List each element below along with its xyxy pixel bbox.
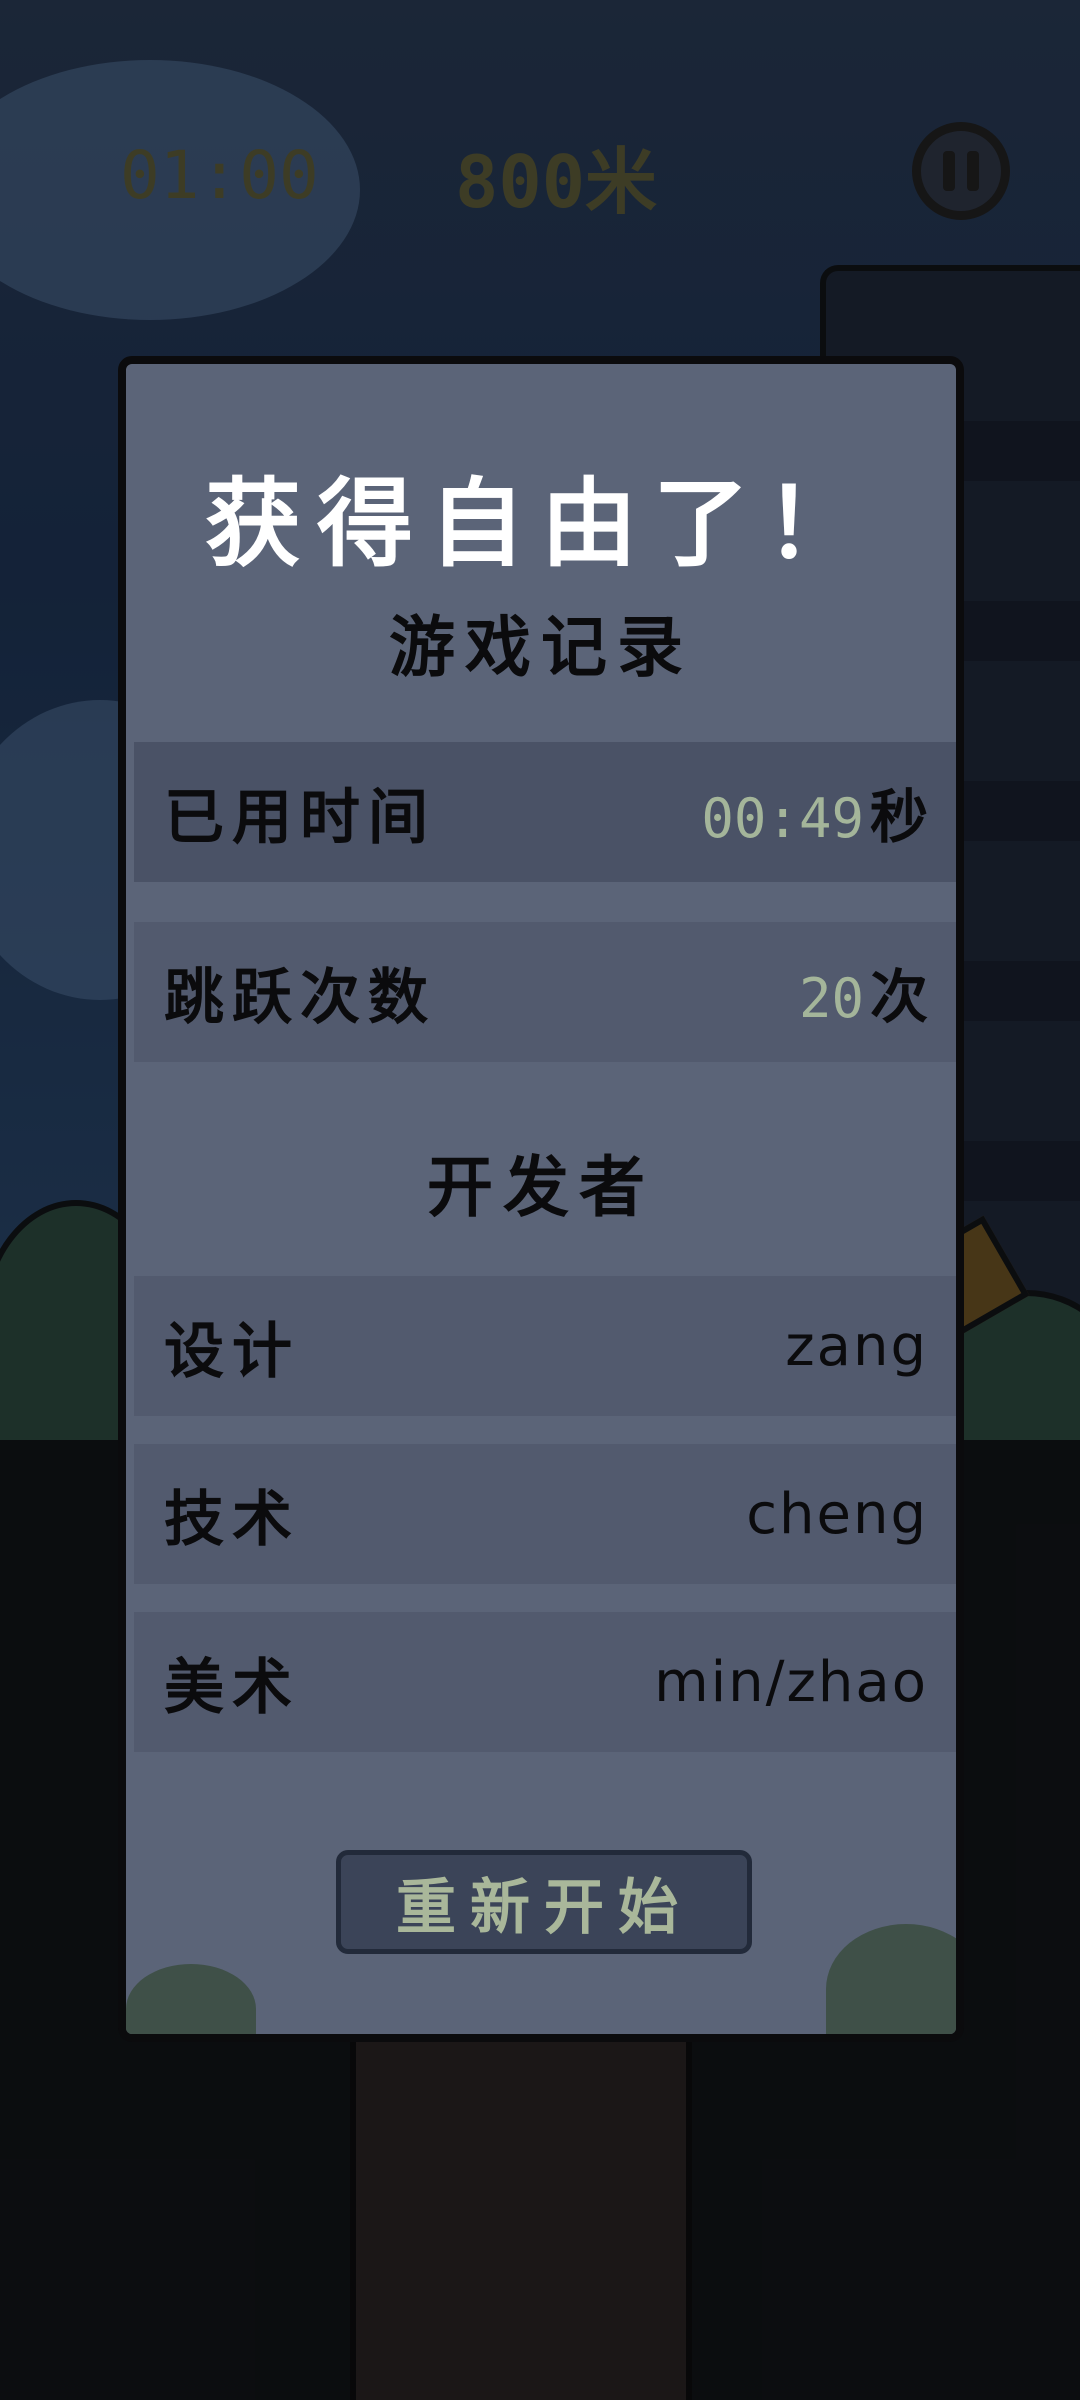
decorative-leaf — [126, 1964, 256, 2034]
credit-value: zang — [785, 1313, 928, 1379]
stat-label: 已用时间 — [164, 782, 436, 853]
dialog-title: 获得自由了！ — [205, 468, 877, 580]
game-screen: 01:00 800米 获得自由了！ 游戏记录 已用时间 00:49 秒 跳跃次数… — [0, 0, 1080, 2400]
credit-value: min/zhao — [654, 1649, 928, 1715]
stat-row-jumps: 跳跃次数 20 次 — [134, 922, 956, 1062]
game-over-dialog: 获得自由了！ 游戏记录 已用时间 00:49 秒 跳跃次数 20 次 开发者 设… — [118, 356, 964, 2042]
stat-unit: 秒 — [869, 783, 928, 851]
record-heading: 游戏记录 — [389, 609, 693, 686]
credit-row-tech: 技术 cheng — [134, 1444, 956, 1584]
credit-label: 技术 — [164, 1484, 300, 1555]
stat-number: 20 — [798, 967, 864, 1030]
stat-number: 00:49 — [701, 787, 864, 850]
stat-value: 00:49 秒 — [701, 770, 928, 854]
credit-label: 美术 — [164, 1652, 300, 1723]
stat-row-time: 已用时间 00:49 秒 — [134, 742, 956, 882]
credit-row-art: 美术 min/zhao — [134, 1612, 956, 1752]
stat-label: 跳跃次数 — [164, 962, 436, 1033]
credit-label: 设计 — [164, 1316, 300, 1387]
credit-value: cheng — [746, 1481, 928, 1547]
decorative-leaf — [826, 1924, 956, 2034]
restart-button[interactable]: 重新开始 — [336, 1850, 752, 1954]
developer-heading: 开发者 — [427, 1149, 655, 1226]
stat-value: 20 次 — [799, 950, 928, 1034]
stat-unit: 次 — [869, 963, 928, 1031]
credit-row-design: 设计 zang — [134, 1276, 956, 1416]
